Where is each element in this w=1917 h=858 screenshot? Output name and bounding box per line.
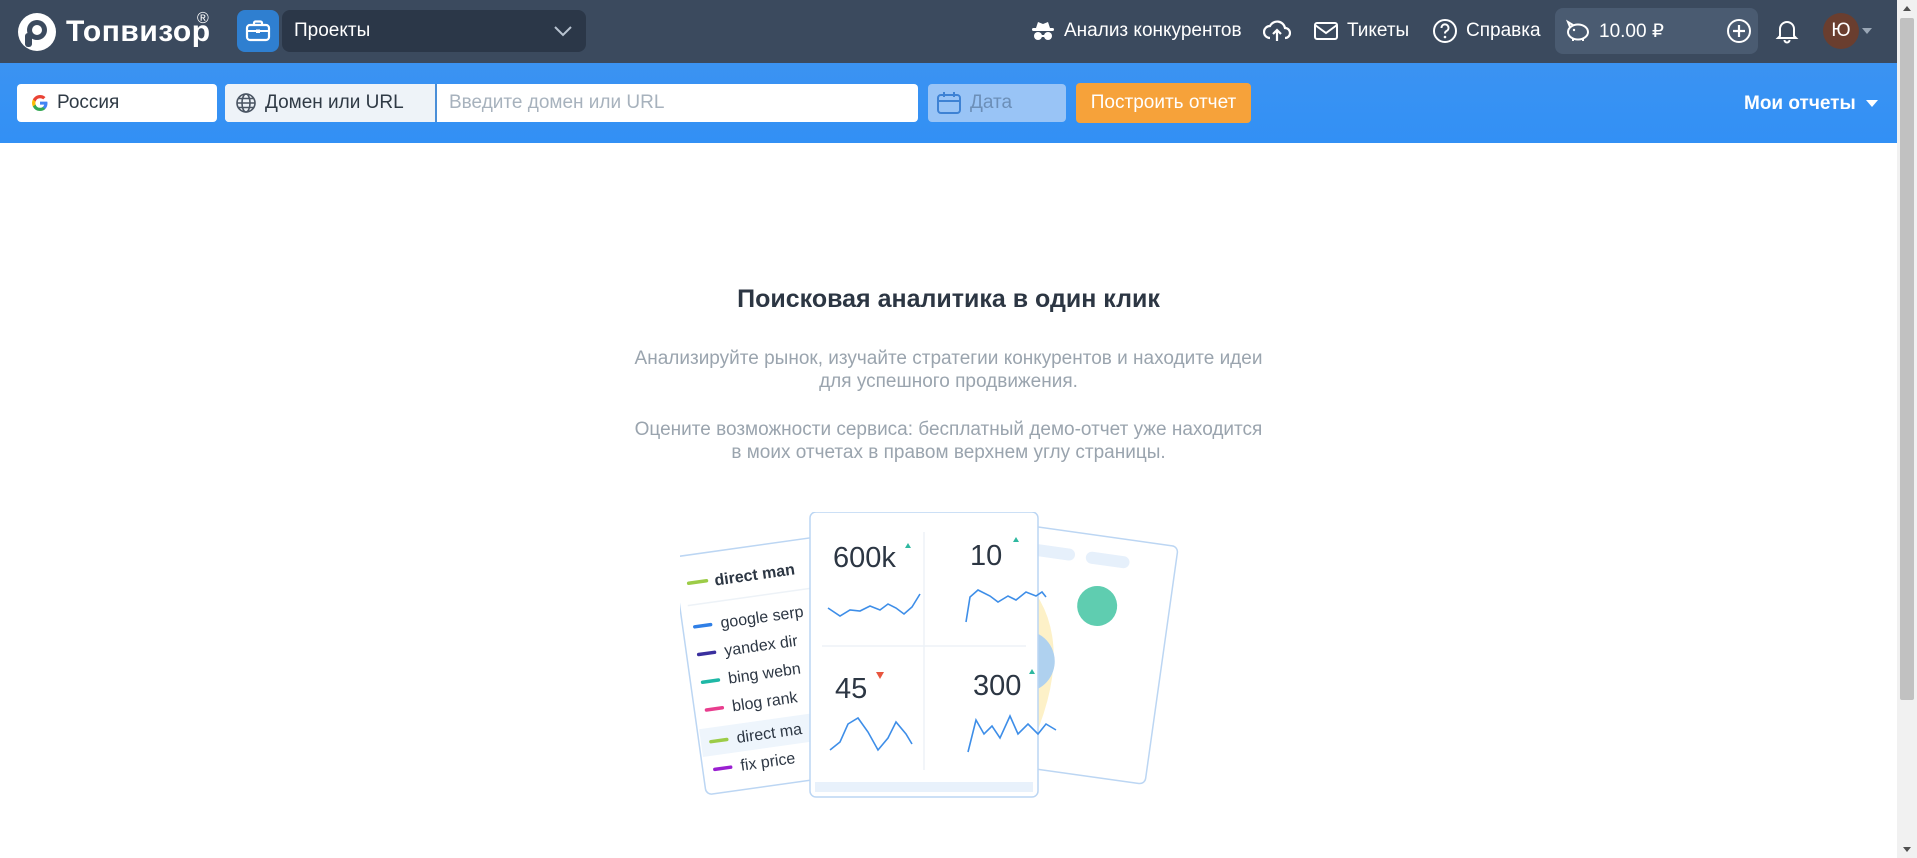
scroll-up-icon[interactable] xyxy=(1901,3,1913,15)
url-type-select[interactable]: Домен или URL xyxy=(225,84,437,122)
nav-competitors[interactable]: Анализ конкурентов xyxy=(1030,10,1242,52)
nav-help-label: Справка xyxy=(1466,20,1541,41)
mail-icon xyxy=(1314,22,1338,40)
region-value: Россия xyxy=(57,92,120,113)
caret-down-icon xyxy=(1865,100,1878,107)
piggy-bank-icon xyxy=(1565,19,1589,41)
metric-value: 600k xyxy=(833,542,896,574)
date-picker[interactable]: Дата xyxy=(928,84,1066,122)
bell-icon xyxy=(1775,21,1799,44)
top-navbar: Топвизор ® Проекты Анализ конкурентов Ти… xyxy=(0,0,1897,63)
user-menu-caret-icon[interactable] xyxy=(1861,27,1873,35)
region-select[interactable]: Россия xyxy=(17,84,217,122)
globe-icon xyxy=(236,93,256,113)
spy-icon xyxy=(1032,22,1054,40)
build-report-button[interactable]: Построить отчет xyxy=(1076,83,1251,123)
registered-mark: ® xyxy=(197,10,209,27)
balance-amount: 10.00 ₽ xyxy=(1599,20,1664,42)
page-scrollbar[interactable] xyxy=(1897,0,1917,858)
my-reports-dropdown[interactable]: Мои отчеты xyxy=(1744,93,1878,115)
notifications-button[interactable] xyxy=(1775,10,1799,52)
logo-icon xyxy=(18,13,56,51)
intro-paragraph: Анализируйте рынок, изучайте стратегии к… xyxy=(634,348,1263,392)
metric-value: 10 xyxy=(970,540,1002,572)
url-type-value: Домен или URL xyxy=(265,92,404,113)
nav-help[interactable]: Справка xyxy=(1432,10,1541,52)
avatar-initial: Ю xyxy=(1831,20,1851,41)
briefcase-icon[interactable] xyxy=(237,10,279,52)
question-circle-icon xyxy=(1433,19,1457,43)
scroll-thumb[interactable] xyxy=(1900,18,1914,700)
google-icon xyxy=(32,94,48,111)
avatar[interactable]: Ю xyxy=(1823,13,1859,49)
page-title: Поисковая аналитика в один клик xyxy=(737,285,1160,313)
demo-paragraph: Оцените возможности сервиса: бесплатный … xyxy=(634,419,1263,463)
nav-tickets[interactable]: Тикеты xyxy=(1313,10,1409,52)
metrics-card: 600k 10 45 300 xyxy=(809,512,1057,798)
nav-competitors-label: Анализ конкурентов xyxy=(1064,20,1242,41)
scroll-down-icon[interactable] xyxy=(1901,843,1913,855)
logo[interactable]: Топвизор xyxy=(16,10,211,54)
nav-tickets-label: Тикеты xyxy=(1347,20,1410,41)
add-funds-icon[interactable] xyxy=(1726,18,1752,44)
analytics-illustration: direct man google serp yandex dir bing w… xyxy=(680,512,1179,798)
metric-value: 45 xyxy=(835,673,867,705)
metric-value: 300 xyxy=(973,670,1021,702)
cloud-upload-button[interactable] xyxy=(1263,10,1291,52)
cloud-upload-icon xyxy=(1263,20,1291,41)
chevron-down-icon xyxy=(554,26,572,37)
balance-widget[interactable]: 10.00 ₽ xyxy=(1555,8,1758,54)
logo-text: Топвизор xyxy=(66,15,211,48)
my-reports-label: Мои отчеты xyxy=(1744,93,1856,114)
domain-url-input[interactable] xyxy=(437,84,918,122)
projects-select-value: Проекты xyxy=(294,20,371,41)
url-search-box: Домен или URL xyxy=(225,84,918,122)
report-toolbar: Россия Домен или URL Дата Построить отче… xyxy=(0,63,1897,143)
date-placeholder: Дата xyxy=(970,92,1013,113)
projects-select[interactable]: Проекты xyxy=(282,10,586,52)
calendar-icon xyxy=(937,92,961,114)
